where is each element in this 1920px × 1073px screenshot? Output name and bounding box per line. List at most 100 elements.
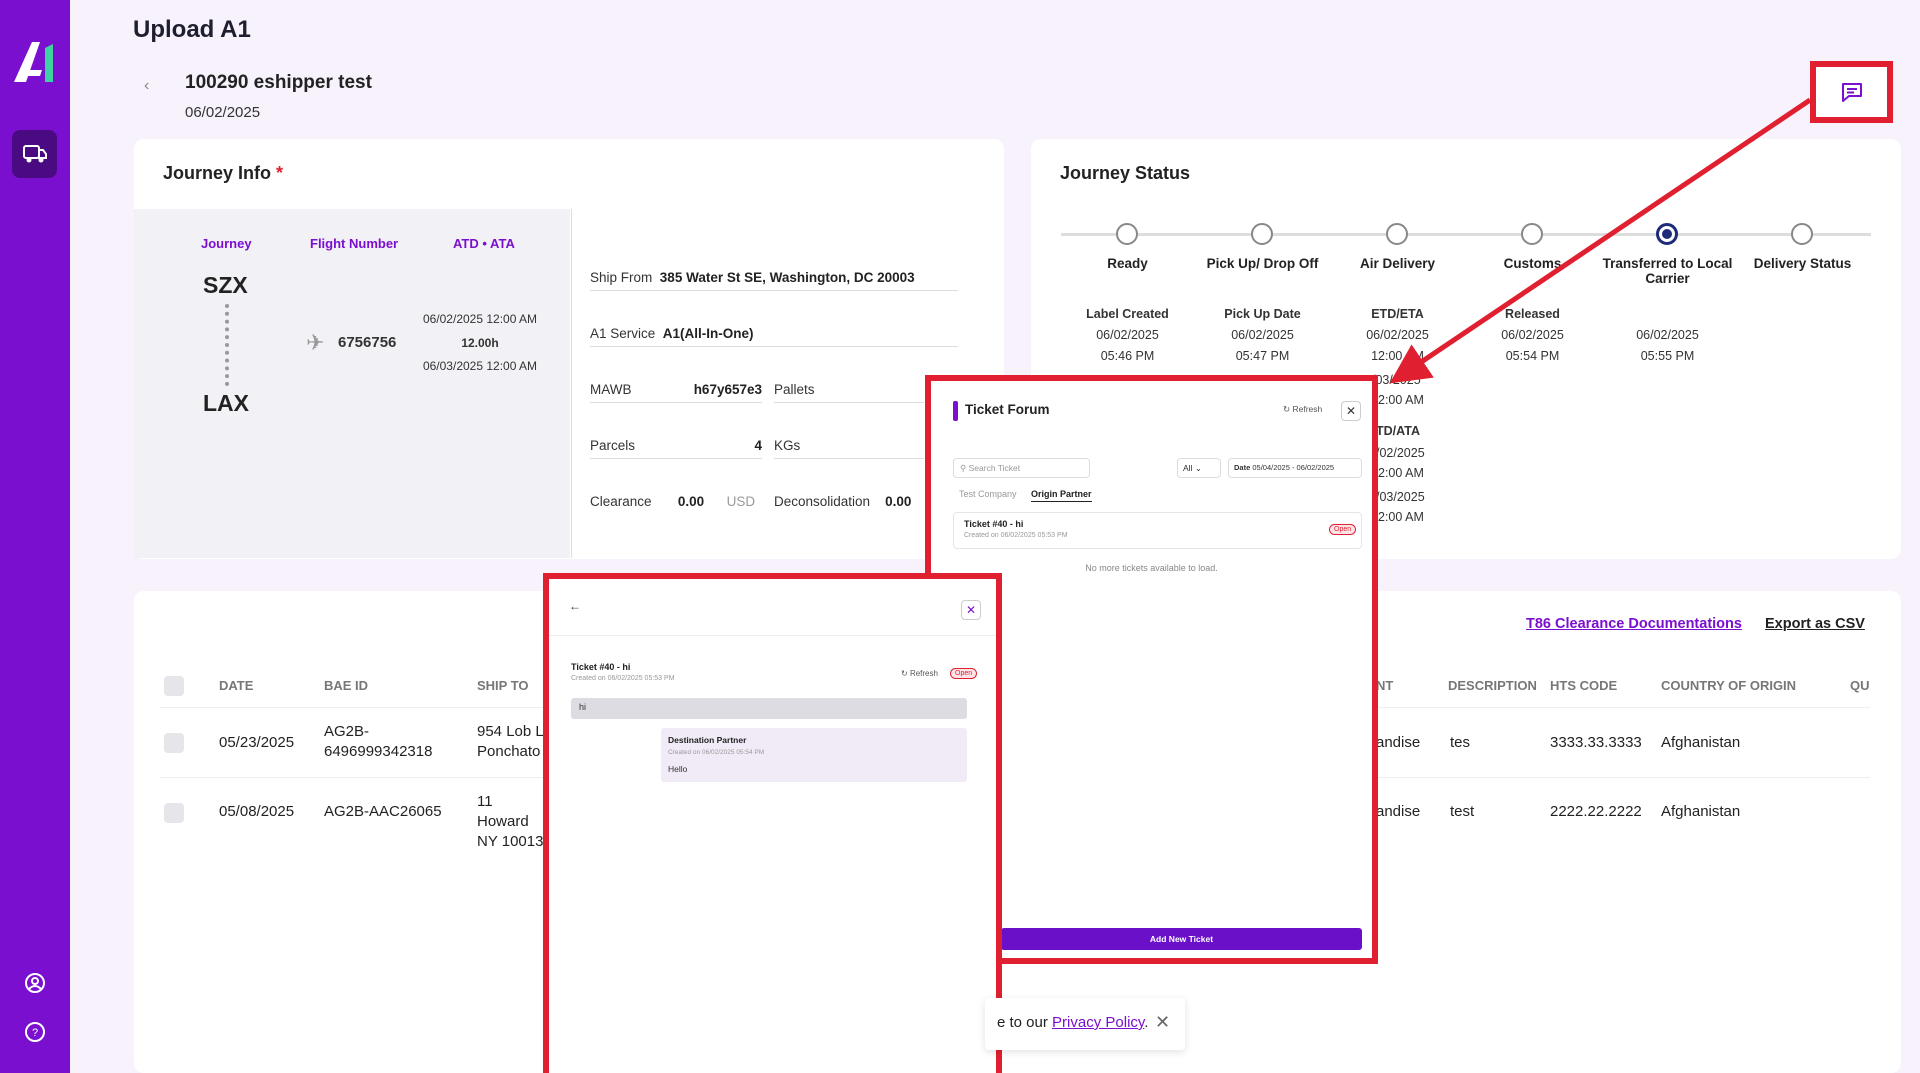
row-checkbox[interactable] bbox=[164, 803, 184, 823]
air-extra-7: 2:00 AM bbox=[1378, 510, 1424, 524]
status-label-air: Air Delivery bbox=[1359, 256, 1436, 271]
export-csv-link[interactable]: Export as CSV bbox=[1765, 616, 1865, 632]
tab-origin-partner[interactable]: Origin Partner bbox=[1031, 489, 1092, 502]
ship-from-row: Ship From 385 Water St SE, Washington, D… bbox=[590, 270, 958, 291]
air-extra-1: /03/2025 bbox=[1372, 373, 1421, 387]
journey-route-panel bbox=[134, 209, 570, 558]
help-circle-icon[interactable]: ? bbox=[22, 1019, 48, 1045]
forum-title: Ticket Forum bbox=[965, 402, 1050, 417]
origin-airport: SZX bbox=[203, 272, 248, 298]
transferred-time: 05:55 PM bbox=[1640, 349, 1695, 363]
ticket-list-item[interactable]: Ticket #40 - hi Created on 06/02/2025 05… bbox=[953, 512, 1362, 549]
status-label-ready: Ready bbox=[1107, 256, 1148, 271]
chat-refresh-button[interactable]: ↻ Refresh bbox=[901, 669, 938, 678]
tab-test-company[interactable]: Test Company bbox=[959, 489, 1017, 499]
row1-description: tes bbox=[1450, 734, 1471, 751]
col-atd-ata: ATD • ATA bbox=[453, 236, 515, 251]
ticket-filter-select[interactable]: All ⌄ bbox=[1177, 458, 1221, 478]
air-sub-label: ETD/ETA bbox=[1371, 307, 1424, 321]
a1-logo[interactable] bbox=[12, 40, 60, 84]
col-quantity: QU bbox=[1850, 678, 1870, 693]
status-node-ready bbox=[1116, 223, 1138, 245]
ticket-status-badge: Open bbox=[1329, 524, 1357, 535]
row1-date: 05/23/2025 bbox=[219, 734, 295, 751]
row2-date: 05/08/2025 bbox=[219, 803, 295, 820]
customs-time: 05:54 PM bbox=[1505, 349, 1560, 363]
air-extra-4: /02/2025 bbox=[1376, 446, 1425, 460]
chat-message-own: hi bbox=[571, 698, 967, 719]
no-more-tickets: No more tickets available to load. bbox=[1085, 563, 1218, 573]
status-node-air bbox=[1386, 223, 1408, 245]
col-ship-to: SHIP TO bbox=[477, 678, 529, 693]
chat-ticket-title: Ticket #40 - hi bbox=[571, 662, 631, 672]
air-date: 06/02/2025 bbox=[1366, 328, 1429, 342]
plane-icon: ✈ bbox=[306, 330, 325, 355]
privacy-policy-link[interactable]: Privacy Policy bbox=[1052, 1014, 1144, 1031]
date-range-filter[interactable]: Date 05/04/2025 - 06/02/2025 bbox=[1228, 458, 1362, 478]
col-date: DATE bbox=[219, 678, 254, 693]
row1-bae-id: AG2B-6496999342318 bbox=[324, 723, 433, 760]
forum-refresh-button[interactable]: ↻ Refresh bbox=[1283, 404, 1322, 415]
chat-icon bbox=[1841, 83, 1862, 102]
ticket-search-input[interactable]: ⚲ Search Ticket bbox=[953, 458, 1090, 478]
journey-status-title: Journey Status bbox=[1060, 163, 1191, 183]
reply-author: Destination Partner bbox=[668, 735, 747, 745]
air-extra-5: 2:00 AM bbox=[1378, 466, 1424, 480]
parcels-row: Parcels 4 bbox=[590, 438, 762, 459]
col-hts-code: HTS CODE bbox=[1550, 678, 1618, 693]
row1-content: andise bbox=[1376, 734, 1421, 751]
forum-close-button[interactable]: ✕ bbox=[1341, 401, 1361, 421]
col-content: NT bbox=[1376, 678, 1394, 693]
chat-close-button[interactable]: ✕ bbox=[961, 600, 981, 620]
status-label-transferred: Transferred to Local Carrier bbox=[1602, 256, 1733, 286]
pickup-date: 06/02/2025 bbox=[1231, 328, 1294, 342]
ticket-chat-button[interactable] bbox=[1810, 61, 1893, 123]
deconsolidation-row: Deconsolidation 0.00 bbox=[774, 494, 912, 509]
cookie-notice: e to our Privacy Policy. ✕ bbox=[985, 998, 1185, 1050]
row2-ship-to: 11 Howard NY 10013 bbox=[477, 793, 544, 850]
clearance-row: Clearance 0.00 USD bbox=[590, 494, 756, 509]
row-checkbox[interactable] bbox=[164, 733, 184, 753]
ticket-created: Created on 06/02/2025 05:53 PM bbox=[964, 532, 1068, 539]
row1-origin: Afghanistan bbox=[1661, 734, 1741, 751]
col-description: DESCRIPTION bbox=[1448, 678, 1537, 693]
status-node-customs bbox=[1521, 223, 1543, 245]
flight-number: 6756756 bbox=[338, 334, 397, 351]
row2-origin: Afghanistan bbox=[1661, 803, 1741, 820]
ready-time: 05:46 PM bbox=[1100, 349, 1155, 363]
destination-airport: LAX bbox=[203, 390, 249, 416]
sidebar: ? bbox=[0, 0, 70, 1073]
journey-info-title: Journey Info * bbox=[163, 163, 284, 183]
status-node-delivery bbox=[1791, 223, 1813, 245]
row2-description: test bbox=[1450, 803, 1475, 820]
chat-status-badge: Open bbox=[950, 668, 978, 679]
status-node-pickup bbox=[1251, 223, 1273, 245]
shipments-nav-button[interactable] bbox=[12, 130, 57, 178]
col-journey: Journey bbox=[201, 236, 252, 251]
select-all-checkbox[interactable] bbox=[164, 676, 184, 696]
route-dotted-line bbox=[225, 304, 229, 386]
back-chevron-icon[interactable]: ‹ bbox=[144, 77, 149, 95]
air-extra-3: TD/ATA bbox=[1376, 424, 1420, 438]
cookie-text: e to our Privacy Policy. bbox=[997, 1014, 1149, 1031]
pickup-sub-label: Pick Up Date bbox=[1224, 307, 1301, 321]
reply-text: Hello bbox=[668, 764, 688, 774]
t86-documentation-link[interactable]: T86 Clearance Documentations bbox=[1526, 616, 1742, 632]
arrival-time: 06/03/2025 12:00 AM bbox=[422, 359, 538, 373]
departure-time: 06/02/2025 12:00 AM bbox=[422, 312, 538, 326]
chat-divider bbox=[549, 635, 996, 636]
ticket-chat-panel: ← ✕ Ticket #40 - hi Created on 06/02/202… bbox=[543, 573, 1002, 1073]
user-circle-icon[interactable] bbox=[22, 970, 48, 996]
svg-text:?: ? bbox=[32, 1027, 38, 1039]
customs-sub-label: Released bbox=[1505, 307, 1560, 321]
add-new-ticket-button[interactable]: Add New Ticket bbox=[1001, 928, 1362, 950]
col-flight-number: Flight Number bbox=[310, 236, 399, 251]
reply-time: Created on 06/02/2025 05:54 PM bbox=[668, 749, 765, 756]
status-progress-line bbox=[1061, 233, 1871, 236]
chat-back-arrow-icon[interactable]: ← bbox=[569, 599, 581, 613]
cookie-close-icon[interactable]: ✕ bbox=[1155, 1012, 1170, 1033]
mawb-row: MAWB h67y657e3 bbox=[590, 382, 762, 403]
status-label-delivery: Delivery Status bbox=[1753, 256, 1852, 271]
pickup-time: 05:47 PM bbox=[1235, 349, 1290, 363]
customs-date: 06/02/2025 bbox=[1501, 328, 1564, 342]
